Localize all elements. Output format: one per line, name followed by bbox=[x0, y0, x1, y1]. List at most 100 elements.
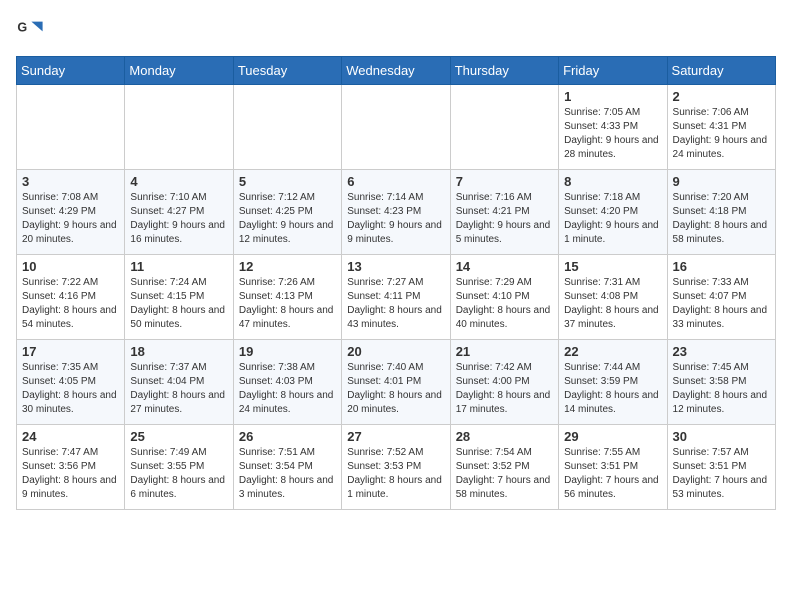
day-info: Sunrise: 7:45 AM Sunset: 3:58 PM Dayligh… bbox=[673, 361, 770, 417]
day-info: Sunrise: 7:06 AM Sunset: 4:31 PM Dayligh… bbox=[673, 106, 770, 162]
day-info: Sunrise: 7:16 AM Sunset: 4:21 PM Dayligh… bbox=[456, 191, 553, 247]
day-number: 26 bbox=[239, 429, 336, 444]
calendar-cell: 16 Sunrise: 7:33 AM Sunset: 4:07 PM Dayli… bbox=[667, 255, 775, 340]
day-number: 11 bbox=[130, 259, 227, 274]
calendar-cell: 17 Sunrise: 7:35 AM Sunset: 4:05 PM Dayli… bbox=[17, 340, 125, 425]
calendar-cell: 9Sunrise: 7:20 AM Sunset: 4:18 PM Daylig… bbox=[667, 170, 775, 255]
day-info: Sunrise: 7:12 AM Sunset: 4:25 PM Dayligh… bbox=[239, 191, 336, 247]
day-number: 7 bbox=[456, 174, 553, 189]
day-number: 20 bbox=[347, 344, 444, 359]
day-number: 18 bbox=[130, 344, 227, 359]
day-number: 1 bbox=[564, 89, 661, 104]
day-info: Sunrise: 7:27 AM Sunset: 4:11 PM Dayligh… bbox=[347, 276, 444, 332]
day-info: Sunrise: 7:40 AM Sunset: 4:01 PM Dayligh… bbox=[347, 361, 444, 417]
day-number: 3 bbox=[22, 174, 119, 189]
day-info: Sunrise: 7:57 AM Sunset: 3:51 PM Dayligh… bbox=[673, 446, 770, 502]
calendar-cell: 19 Sunrise: 7:38 AM Sunset: 4:03 PM Dayli… bbox=[233, 340, 341, 425]
day-info: Sunrise: 7:38 AM Sunset: 4:03 PM Dayligh… bbox=[239, 361, 336, 417]
calendar-cell: 28 Sunrise: 7:54 AM Sunset: 3:52 PM Dayli… bbox=[450, 425, 558, 510]
calendar-week-3: 10Sunrise: 7:22 AM Sunset: 4:16 PM Dayli… bbox=[17, 255, 776, 340]
calendar-cell: 14 Sunrise: 7:29 AM Sunset: 4:10 PM Dayli… bbox=[450, 255, 558, 340]
calendar-week-1: 1 Sunrise: 7:05 AM Sunset: 4:33 PM Daylig… bbox=[17, 85, 776, 170]
day-number: 16 bbox=[673, 259, 770, 274]
weekday-header-tuesday: Tuesday bbox=[233, 57, 341, 85]
calendar-cell bbox=[125, 85, 233, 170]
day-number: 29 bbox=[564, 429, 661, 444]
calendar-cell: 15 Sunrise: 7:31 AM Sunset: 4:08 PM Dayli… bbox=[559, 255, 667, 340]
calendar-cell: 1 Sunrise: 7:05 AM Sunset: 4:33 PM Daylig… bbox=[559, 85, 667, 170]
calendar-cell: 26 Sunrise: 7:51 AM Sunset: 3:54 PM Dayli… bbox=[233, 425, 341, 510]
day-info: Sunrise: 7:18 AM Sunset: 4:20 PM Dayligh… bbox=[564, 191, 661, 247]
weekday-header-wednesday: Wednesday bbox=[342, 57, 450, 85]
logo: G bbox=[16, 16, 48, 44]
day-info: Sunrise: 7:54 AM Sunset: 3:52 PM Dayligh… bbox=[456, 446, 553, 502]
calendar-week-5: 24 Sunrise: 7:47 AM Sunset: 3:56 PM Dayli… bbox=[17, 425, 776, 510]
day-number: 6 bbox=[347, 174, 444, 189]
weekday-header-friday: Friday bbox=[559, 57, 667, 85]
calendar-cell: 13 Sunrise: 7:27 AM Sunset: 4:11 PM Dayli… bbox=[342, 255, 450, 340]
weekday-header-saturday: Saturday bbox=[667, 57, 775, 85]
day-number: 10 bbox=[22, 259, 119, 274]
page-header: G bbox=[16, 16, 776, 44]
day-info: Sunrise: 7:35 AM Sunset: 4:05 PM Dayligh… bbox=[22, 361, 119, 417]
calendar-header-row: SundayMondayTuesdayWednesdayThursdayFrid… bbox=[17, 57, 776, 85]
calendar-week-2: 3 Sunrise: 7:08 AM Sunset: 4:29 PM Daylig… bbox=[17, 170, 776, 255]
weekday-header-sunday: Sunday bbox=[17, 57, 125, 85]
day-info: Sunrise: 7:51 AM Sunset: 3:54 PM Dayligh… bbox=[239, 446, 336, 502]
day-info: Sunrise: 7:33 AM Sunset: 4:07 PM Dayligh… bbox=[673, 276, 770, 332]
calendar-cell bbox=[450, 85, 558, 170]
day-info: Sunrise: 7:26 AM Sunset: 4:13 PM Dayligh… bbox=[239, 276, 336, 332]
day-info: Sunrise: 7:05 AM Sunset: 4:33 PM Dayligh… bbox=[564, 106, 661, 162]
calendar-cell: 7 Sunrise: 7:16 AM Sunset: 4:21 PM Daylig… bbox=[450, 170, 558, 255]
calendar-table: SundayMondayTuesdayWednesdayThursdayFrid… bbox=[16, 56, 776, 510]
day-number: 28 bbox=[456, 429, 553, 444]
day-info: Sunrise: 7:47 AM Sunset: 3:56 PM Dayligh… bbox=[22, 446, 119, 502]
day-info: Sunrise: 7:44 AM Sunset: 3:59 PM Dayligh… bbox=[564, 361, 661, 417]
day-number: 12 bbox=[239, 259, 336, 274]
calendar-cell: 5 Sunrise: 7:12 AM Sunset: 4:25 PM Daylig… bbox=[233, 170, 341, 255]
day-number: 25 bbox=[130, 429, 227, 444]
day-info: Sunrise: 7:52 AM Sunset: 3:53 PM Dayligh… bbox=[347, 446, 444, 502]
calendar-cell: 2 Sunrise: 7:06 AM Sunset: 4:31 PM Daylig… bbox=[667, 85, 775, 170]
day-info: Sunrise: 7:10 AM Sunset: 4:27 PM Dayligh… bbox=[130, 191, 227, 247]
calendar-cell: 21Sunrise: 7:42 AM Sunset: 4:00 PM Dayli… bbox=[450, 340, 558, 425]
day-info: Sunrise: 7:14 AM Sunset: 4:23 PM Dayligh… bbox=[347, 191, 444, 247]
day-number: 2 bbox=[673, 89, 770, 104]
day-info: Sunrise: 7:49 AM Sunset: 3:55 PM Dayligh… bbox=[130, 446, 227, 502]
day-number: 14 bbox=[456, 259, 553, 274]
day-info: Sunrise: 7:37 AM Sunset: 4:04 PM Dayligh… bbox=[130, 361, 227, 417]
calendar-cell: 24 Sunrise: 7:47 AM Sunset: 3:56 PM Dayli… bbox=[17, 425, 125, 510]
day-number: 23 bbox=[673, 344, 770, 359]
weekday-header-monday: Monday bbox=[125, 57, 233, 85]
calendar-cell bbox=[17, 85, 125, 170]
day-number: 5 bbox=[239, 174, 336, 189]
day-info: Sunrise: 7:24 AM Sunset: 4:15 PM Dayligh… bbox=[130, 276, 227, 332]
calendar-cell: 29Sunrise: 7:55 AM Sunset: 3:51 PM Dayli… bbox=[559, 425, 667, 510]
day-number: 8 bbox=[564, 174, 661, 189]
calendar-cell: 25 Sunrise: 7:49 AM Sunset: 3:55 PM Dayli… bbox=[125, 425, 233, 510]
calendar-week-4: 17 Sunrise: 7:35 AM Sunset: 4:05 PM Dayli… bbox=[17, 340, 776, 425]
svg-text:G: G bbox=[17, 20, 27, 34]
day-number: 17 bbox=[22, 344, 119, 359]
weekday-header-thursday: Thursday bbox=[450, 57, 558, 85]
day-number: 19 bbox=[239, 344, 336, 359]
day-info: Sunrise: 7:20 AM Sunset: 4:18 PM Dayligh… bbox=[673, 191, 770, 247]
logo-icon: G bbox=[16, 16, 44, 44]
calendar-cell: 22 Sunrise: 7:44 AM Sunset: 3:59 PM Dayli… bbox=[559, 340, 667, 425]
day-number: 24 bbox=[22, 429, 119, 444]
calendar-cell: 8 Sunrise: 7:18 AM Sunset: 4:20 PM Daylig… bbox=[559, 170, 667, 255]
calendar-cell: 30 Sunrise: 7:57 AM Sunset: 3:51 PM Dayli… bbox=[667, 425, 775, 510]
day-number: 4 bbox=[130, 174, 227, 189]
calendar-cell: 6 Sunrise: 7:14 AM Sunset: 4:23 PM Daylig… bbox=[342, 170, 450, 255]
day-number: 22 bbox=[564, 344, 661, 359]
calendar-cell: 18 Sunrise: 7:37 AM Sunset: 4:04 PM Dayli… bbox=[125, 340, 233, 425]
calendar-cell bbox=[233, 85, 341, 170]
day-number: 13 bbox=[347, 259, 444, 274]
day-info: Sunrise: 7:31 AM Sunset: 4:08 PM Dayligh… bbox=[564, 276, 661, 332]
calendar-cell: 3 Sunrise: 7:08 AM Sunset: 4:29 PM Daylig… bbox=[17, 170, 125, 255]
day-info: Sunrise: 7:08 AM Sunset: 4:29 PM Dayligh… bbox=[22, 191, 119, 247]
day-number: 30 bbox=[673, 429, 770, 444]
day-info: Sunrise: 7:29 AM Sunset: 4:10 PM Dayligh… bbox=[456, 276, 553, 332]
calendar-cell: 20 Sunrise: 7:40 AM Sunset: 4:01 PM Dayli… bbox=[342, 340, 450, 425]
day-number: 15 bbox=[564, 259, 661, 274]
